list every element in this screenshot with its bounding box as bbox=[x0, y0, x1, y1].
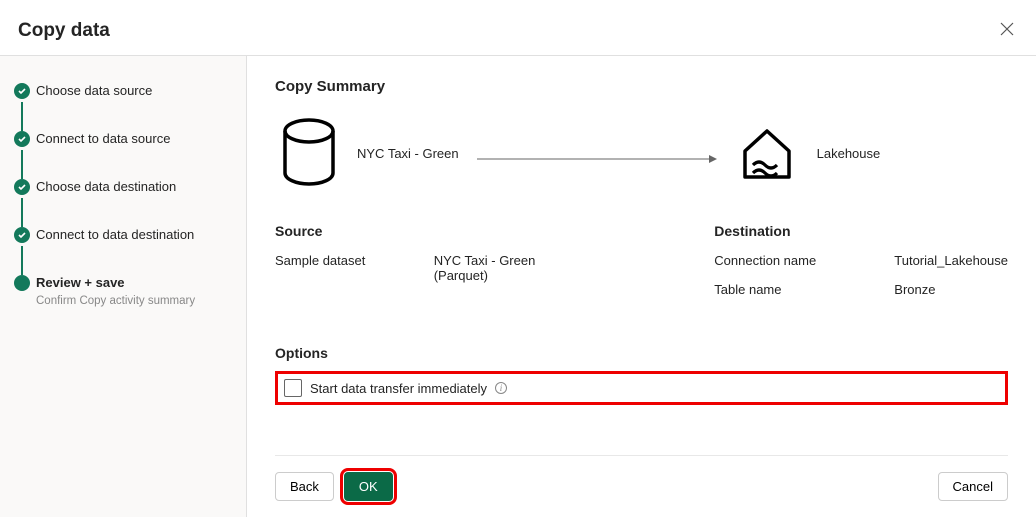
step-subtitle: Confirm Copy activity summary bbox=[36, 295, 232, 307]
database-icon bbox=[279, 117, 339, 189]
step-review-save[interactable]: Review + save Confirm Copy activity summ… bbox=[14, 274, 232, 307]
wizard-steps: Choose data source Connect to data sourc… bbox=[0, 56, 247, 517]
step-choose-data-source[interactable]: Choose data source bbox=[14, 82, 232, 100]
lakehouse-icon bbox=[735, 123, 799, 183]
source-title: Source bbox=[275, 223, 574, 239]
check-icon bbox=[14, 227, 30, 243]
source-label: NYC Taxi - Green bbox=[357, 146, 459, 161]
copy-diagram: NYC Taxi - Green Lakehouse bbox=[279, 117, 1008, 189]
cancel-button[interactable]: Cancel bbox=[938, 472, 1008, 501]
kv-label: Sample dataset bbox=[275, 253, 434, 283]
start-immediately-checkbox[interactable] bbox=[284, 379, 302, 397]
dest-label: Lakehouse bbox=[817, 146, 881, 161]
step-label: Connect to data source bbox=[36, 130, 232, 148]
step-label: Connect to data destination bbox=[36, 226, 232, 244]
kv-row: Table name Bronze bbox=[714, 282, 1008, 297]
step-label: Choose data destination bbox=[36, 178, 232, 196]
kv-row: Connection name Tutorial_Lakehouse bbox=[714, 253, 1008, 268]
source-details: Source Sample dataset NYC Taxi - Green (… bbox=[275, 223, 574, 311]
option-start-immediately: Start data transfer immediately i bbox=[275, 371, 1008, 405]
back-button[interactable]: Back bbox=[275, 472, 334, 501]
destination-title: Destination bbox=[714, 223, 1008, 239]
step-label: Choose data source bbox=[36, 82, 232, 100]
destination-details: Destination Connection name Tutorial_Lak… bbox=[714, 223, 1008, 311]
step-connect-to-data-source[interactable]: Connect to data source bbox=[14, 130, 232, 148]
dialog-title: Copy data bbox=[18, 20, 110, 42]
ok-button[interactable]: OK bbox=[344, 472, 393, 501]
kv-label: Table name bbox=[714, 282, 894, 297]
check-icon bbox=[14, 131, 30, 147]
start-immediately-label: Start data transfer immediately bbox=[310, 381, 487, 396]
kv-value: Bronze bbox=[894, 282, 935, 297]
arrow-icon bbox=[477, 153, 717, 154]
current-step-icon bbox=[14, 275, 30, 291]
close-icon[interactable] bbox=[996, 16, 1018, 45]
kv-value: Tutorial_Lakehouse bbox=[894, 253, 1008, 268]
info-icon[interactable]: i bbox=[495, 382, 507, 394]
step-choose-data-destination[interactable]: Choose data destination bbox=[14, 178, 232, 196]
step-label: Review + save bbox=[36, 274, 232, 292]
kv-label: Connection name bbox=[714, 253, 894, 268]
kv-value: NYC Taxi - Green (Parquet) bbox=[434, 253, 575, 283]
kv-row: Sample dataset NYC Taxi - Green (Parquet… bbox=[275, 253, 574, 283]
summary-title: Copy Summary bbox=[275, 78, 1008, 95]
check-icon bbox=[14, 83, 30, 99]
check-icon bbox=[14, 179, 30, 195]
options-title: Options bbox=[275, 345, 1008, 361]
step-connect-to-data-destination[interactable]: Connect to data destination bbox=[14, 226, 232, 244]
